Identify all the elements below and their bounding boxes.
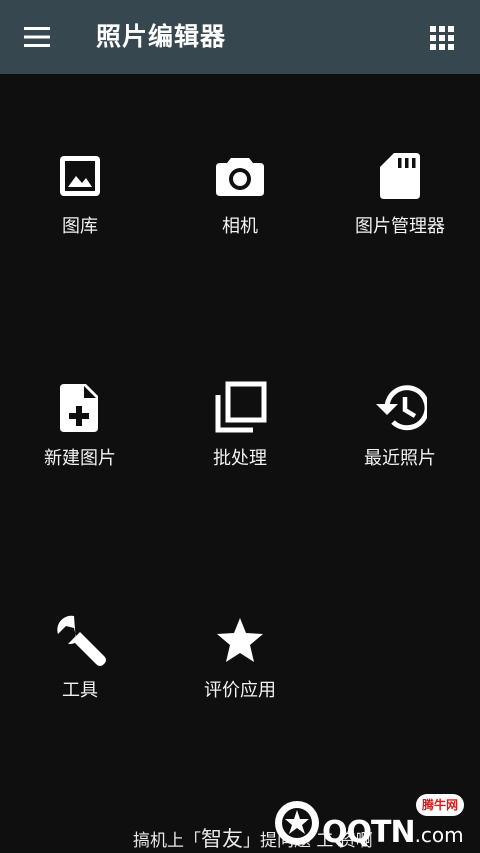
qqtn-domain: .com	[414, 823, 464, 847]
rate-app-tile[interactable]: 评价应用	[160, 612, 320, 742]
footer-brand: 智友	[201, 827, 243, 851]
gallery-label: 图库	[62, 216, 98, 237]
tools-label: 工具	[62, 680, 98, 701]
camera-label: 相机	[222, 216, 258, 237]
footer-bracket-close: 」	[243, 831, 260, 851]
footer-bracket-open: 「	[184, 831, 201, 851]
qqtn-brand-name: QQTN	[322, 815, 416, 850]
rate-app-label: 评价应用	[204, 680, 276, 701]
history-icon	[376, 385, 427, 431]
hamburger-menu-icon	[24, 27, 50, 47]
note-add-icon	[60, 384, 98, 432]
tools-tile[interactable]: 工具	[0, 612, 160, 742]
recent-photos-label: 最近照片	[364, 448, 436, 469]
gallery-tile[interactable]: 图库	[0, 148, 160, 278]
batch-label: 批处理	[213, 448, 267, 469]
app-title: 照片编辑器	[96, 22, 227, 51]
grid-apps-icon	[430, 26, 454, 50]
new-image-label: 新建图片	[44, 448, 116, 469]
menu-button[interactable]	[20, 20, 54, 54]
qqtn-brand: QQTN.com	[322, 815, 464, 850]
camera-tile[interactable]: 相机	[160, 148, 320, 278]
sd-card-icon	[380, 153, 420, 199]
photo-editor-app: 照片编辑器 图库 相机 图片管理器 新建图片 批处理 最近照片 工具 评价应用 …	[0, 0, 480, 853]
new-image-tile[interactable]: 新建图片	[0, 380, 160, 510]
qqtn-logo-icon	[275, 801, 319, 845]
recent-photos-tile[interactable]: 最近照片	[320, 380, 480, 510]
wrench-icon	[57, 615, 106, 666]
qqtn-bubble-badge: 腾牛网	[416, 794, 464, 816]
image-icon	[60, 156, 100, 196]
star-icon	[217, 618, 263, 662]
camera-icon	[216, 158, 264, 196]
apps-grid-button[interactable]	[424, 20, 460, 56]
library-stack-icon	[215, 381, 267, 433]
image-manager-tile[interactable]: 图片管理器	[320, 148, 480, 278]
batch-tile[interactable]: 批处理	[160, 380, 320, 510]
image-manager-label: 图片管理器	[355, 216, 445, 237]
footer-watermark: 搞机上「智友」提问题 工 资啊 QQTN.com 腾牛网	[0, 790, 480, 853]
app-bar: 照片编辑器	[0, 0, 480, 74]
footer-prefix: 搞机上	[133, 831, 184, 851]
